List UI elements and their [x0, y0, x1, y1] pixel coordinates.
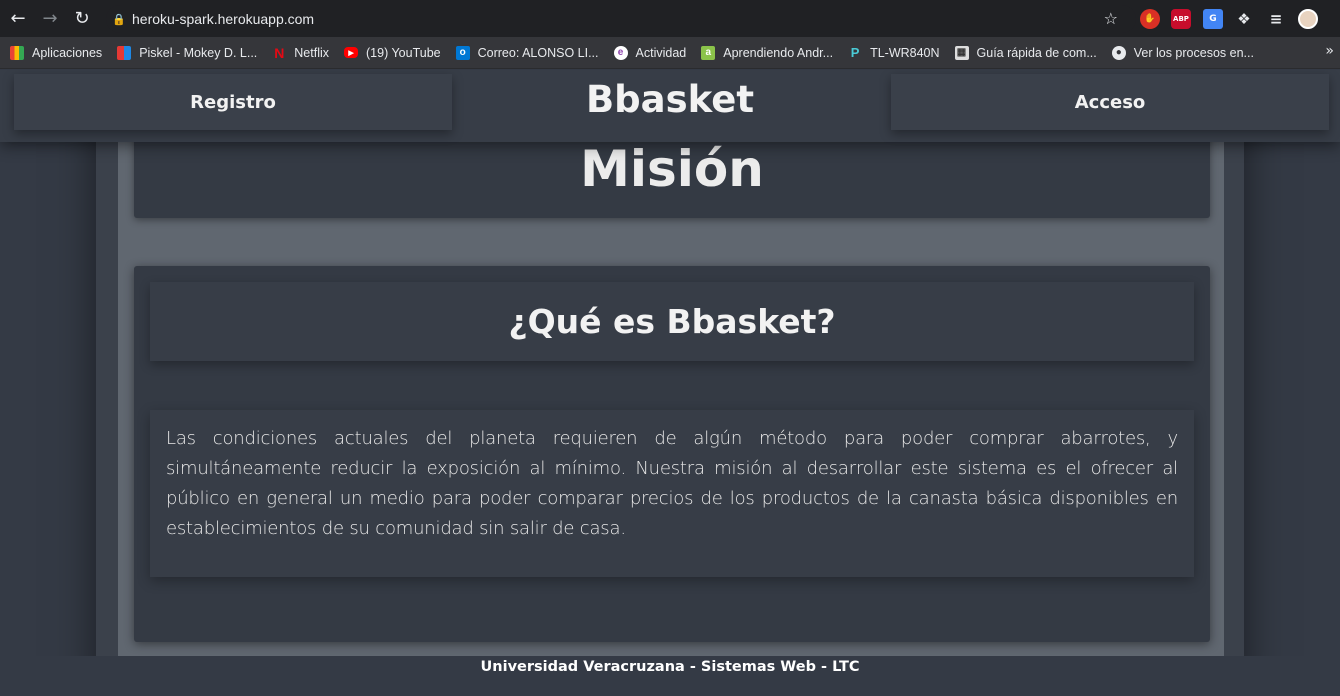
translate-icon[interactable]: G: [1203, 9, 1223, 29]
about-heading: ¿Qué es Bbasket?: [508, 302, 836, 341]
browser-toolbar: ← → ↻ 🔒 heroku-spark.herokuapp.com ☆ ✋ A…: [0, 0, 1340, 37]
bookmark-android[interactable]: a Aprendiendo Andr...: [701, 45, 834, 60]
omnibox[interactable]: 🔒 heroku-spark.herokuapp.com ☆: [106, 5, 1136, 33]
bookmarks-bar: Aplicaciones Piskel - Mokey D. L... N Ne…: [0, 37, 1340, 69]
globe-icon: ●: [1111, 45, 1126, 60]
tplink-icon: P: [850, 45, 860, 60]
acceso-button[interactable]: Acceso: [891, 74, 1329, 130]
lock-icon: 🔒: [112, 12, 126, 26]
bookmark-outlook[interactable]: o Correo: ALONSO LI...: [455, 45, 599, 60]
media-queue-icon[interactable]: ≡: [1266, 9, 1286, 29]
netflix-icon: N: [274, 44, 285, 61]
bookmark-label: Actividad: [635, 45, 687, 60]
bookmark-label: Aplicaciones: [32, 45, 103, 60]
about-paragraph: Las condiciones actuales del planeta req…: [166, 428, 1178, 539]
bookmark-actividad[interactable]: e Actividad: [613, 45, 687, 60]
site-header: Registro Bbasket Acceso: [0, 70, 1340, 142]
url-text[interactable]: heroku-spark.herokuapp.com: [132, 11, 314, 27]
site-title: Bbasket: [585, 78, 755, 121]
bookmark-label: Netflix: [294, 45, 330, 60]
android-icon: a: [701, 45, 716, 60]
extensions-icon[interactable]: ❖: [1234, 9, 1254, 29]
activity-icon: e: [613, 45, 628, 60]
site-footer: Universidad Veracruzana - Sistemas Web -…: [0, 656, 1340, 696]
bookmark-label: Correo: ALONSO LI...: [477, 45, 599, 60]
bookmark-label: (19) YouTube: [366, 45, 441, 60]
bookmark-label: TL-WR840N: [870, 45, 940, 60]
bookmark-star-icon[interactable]: ☆: [1104, 9, 1118, 28]
reload-icon[interactable]: ↻: [66, 0, 98, 37]
footer-text: Universidad Veracruzana - Sistemas Web -…: [480, 659, 860, 675]
more-bookmarks-icon[interactable]: »: [1325, 43, 1334, 59]
document-icon: ▦: [954, 45, 969, 60]
profile-avatar[interactable]: [1298, 9, 1318, 29]
bookmark-label: Aprendiendo Andr...: [723, 45, 834, 60]
piskel-icon: [117, 45, 132, 60]
bookmark-procesos[interactable]: ● Ver los procesos en...: [1111, 45, 1254, 60]
bookmark-tplink[interactable]: P TL-WR840N: [848, 45, 940, 60]
page-viewport: Registro Bbasket Acceso Misión ¿Qué es B…: [0, 70, 1340, 696]
back-icon[interactable]: ←: [2, 0, 34, 37]
bookmark-netflix[interactable]: N Netflix: [272, 44, 330, 61]
bookmark-label: Guía rápida de com...: [976, 45, 1097, 60]
bookmark-label: Piskel - Mokey D. L...: [139, 45, 258, 60]
bookmark-apps[interactable]: Aplicaciones: [10, 45, 103, 60]
registro-button[interactable]: Registro: [14, 74, 452, 130]
apps-grid-icon: [10, 45, 24, 60]
about-paragraph-box: Las condiciones actuales del planeta req…: [150, 410, 1194, 577]
forward-icon[interactable]: →: [34, 0, 66, 37]
hand-extension-icon[interactable]: ✋: [1140, 9, 1160, 29]
bookmark-piskel[interactable]: Piskel - Mokey D. L...: [117, 45, 258, 60]
bookmark-guia[interactable]: ▦ Guía rápida de com...: [954, 45, 1097, 60]
about-card: ¿Qué es Bbasket? Las condiciones actuale…: [134, 266, 1210, 642]
adblock-icon[interactable]: ABP: [1171, 9, 1191, 29]
about-heading-box: ¿Qué es Bbasket?: [150, 282, 1194, 361]
mision-title: Misión: [580, 140, 764, 198]
bookmark-youtube[interactable]: ▶ (19) YouTube: [344, 46, 441, 60]
youtube-icon: ▶: [344, 47, 359, 58]
outlook-icon: o: [455, 45, 470, 60]
bookmark-label: Ver los procesos en...: [1133, 45, 1254, 60]
